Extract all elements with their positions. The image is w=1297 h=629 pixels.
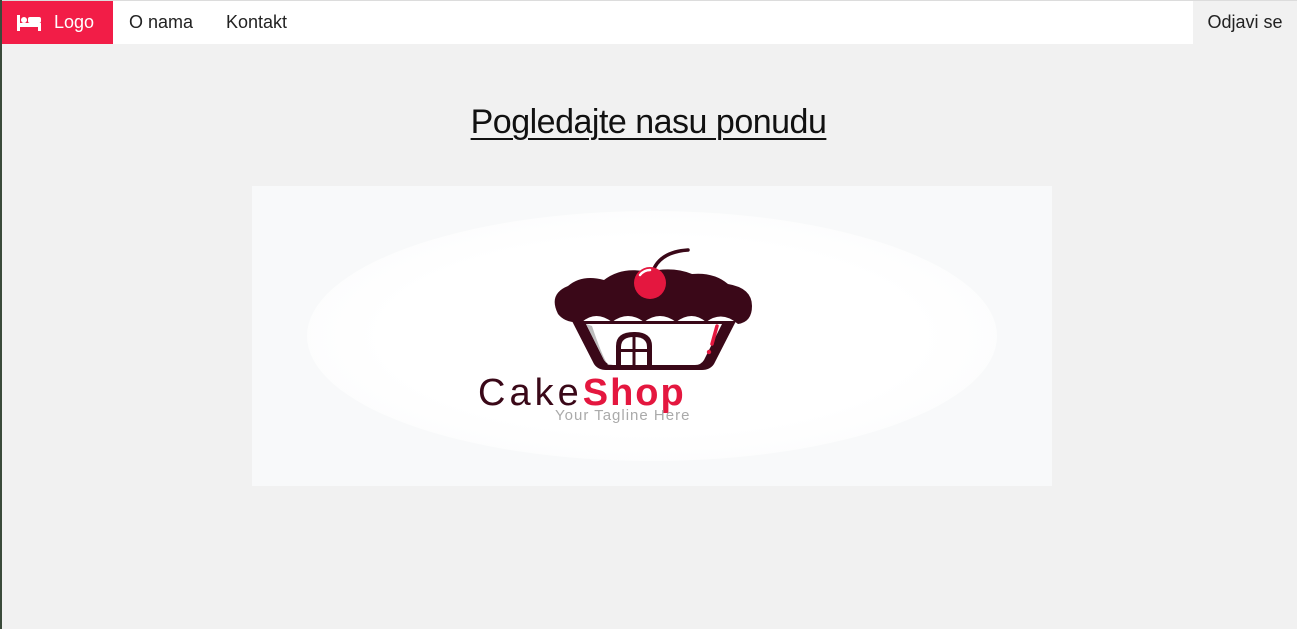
- page-title: Pogledajte nasu ponudu: [470, 102, 827, 141]
- bed-icon: [17, 15, 41, 31]
- nav-link-contact[interactable]: Kontakt: [210, 1, 303, 44]
- top-navbar: Logo O nama Kontakt Odjavi se: [2, 0, 1297, 44]
- logout-link[interactable]: Odjavi se: [1193, 1, 1297, 44]
- cupcake-house-logo: [554, 248, 752, 370]
- promo-image: CakeShop Your Tagline Here: [252, 186, 1052, 486]
- logo-link[interactable]: Logo: [2, 1, 113, 44]
- brand-tagline: Your Tagline Here: [555, 407, 691, 424]
- logo-label: Logo: [54, 12, 95, 32]
- window-edge: [0, 0, 2, 629]
- nav-link-about[interactable]: O nama: [113, 1, 209, 44]
